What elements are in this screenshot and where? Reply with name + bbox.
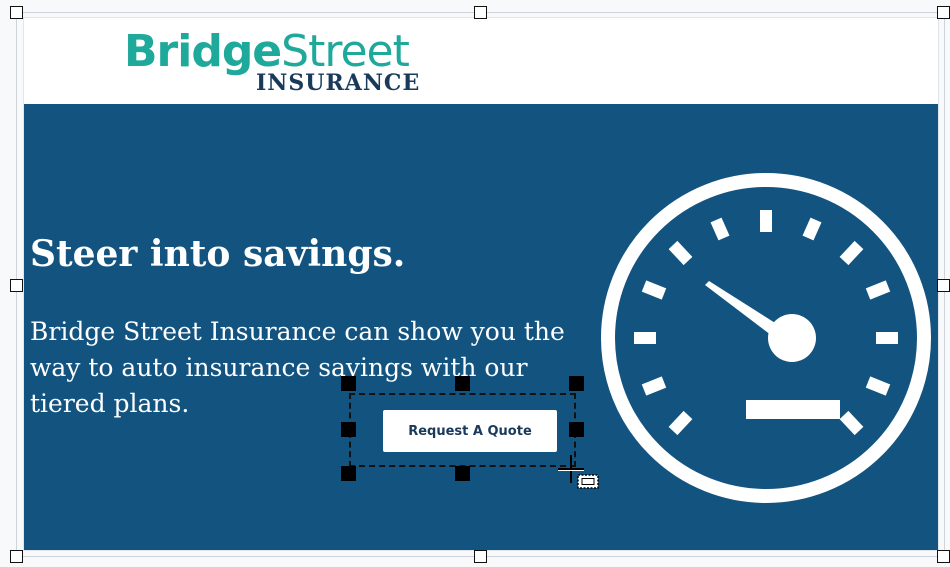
request-quote-button[interactable]: Request A Quote (383, 410, 557, 452)
frame-handle-top-right[interactable] (937, 6, 950, 19)
frame-handle-bottom-center[interactable] (474, 550, 487, 563)
gauge-tick (865, 376, 891, 396)
logo-wordmark: BridgeStreet (124, 28, 410, 76)
gauge-hub (768, 314, 816, 362)
gauge-tick (668, 410, 693, 436)
bridge-street-logo[interactable]: BridgeStreet INSURANCE (124, 28, 434, 98)
gauge-readout (746, 400, 840, 419)
email-banner[interactable]: BridgeStreet INSURANCE Steer into saving… (24, 18, 938, 550)
selection-handle-top-center[interactable] (455, 376, 470, 391)
gauge-tick (839, 240, 864, 266)
cursor-marquee-box (577, 474, 599, 489)
selection-handle-top-right[interactable] (569, 376, 584, 391)
frame-handle-top-left[interactable] (10, 6, 23, 19)
frame-handle-bottom-left[interactable] (10, 550, 23, 563)
logo-subtitle: INSURANCE (256, 70, 421, 96)
speedometer-icon[interactable] (596, 168, 936, 508)
selection-handle-bottom-center[interactable] (455, 466, 470, 481)
selection-handle-middle-left[interactable] (341, 422, 356, 437)
editor-canvas: BridgeStreet INSURANCE Steer into saving… (0, 0, 950, 567)
selection-handle-bottom-left[interactable] (341, 466, 356, 481)
hero-headline[interactable]: Steer into savings. (30, 232, 405, 276)
gauge-tick (865, 280, 891, 300)
gauge-tick (641, 376, 667, 396)
selection-handle-top-left[interactable] (341, 376, 356, 391)
frame-handle-middle-right[interactable] (937, 279, 950, 292)
frame-handle-top-center[interactable] (474, 6, 487, 19)
gauge-tick (839, 410, 864, 436)
selection-handle-middle-right[interactable] (569, 422, 584, 437)
gauge-tick (802, 217, 822, 241)
gauge-tick (710, 217, 730, 241)
banner-header: BridgeStreet INSURANCE (24, 18, 938, 104)
hero-section[interactable]: Steer into savings. Bridge Street Insura… (24, 104, 938, 550)
move-resize-cursor-icon (558, 455, 599, 489)
gauge-tick (641, 280, 667, 300)
frame-handle-bottom-right[interactable] (937, 550, 950, 563)
gauge-tick (668, 240, 693, 266)
frame-handle-middle-left[interactable] (10, 279, 23, 292)
